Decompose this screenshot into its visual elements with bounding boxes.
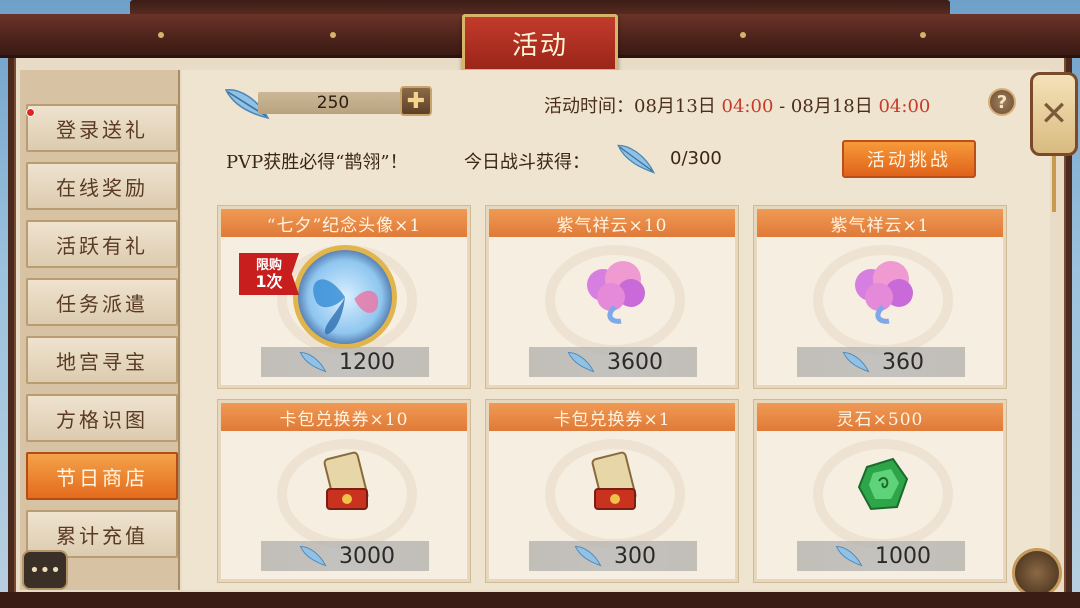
shop-item-card[interactable]: “七夕”纪念头像×1 限购 1次 1200 (218, 206, 470, 388)
sidebar-item-label: 方格识图 (56, 407, 148, 432)
help-button[interactable]: ? (988, 88, 1016, 116)
sidebar-item-label: 节日商店 (56, 465, 148, 490)
close-icon: ✕ (1039, 94, 1069, 134)
purchase-limit-badge: 限购 1次 (239, 253, 299, 295)
item-price: 1200 (261, 347, 429, 377)
card-pack-voucher-icon (575, 445, 655, 525)
sidebar-item-label: 累计充值 (56, 523, 148, 548)
festival-shop-panel: 250 ✚ 活动时间：08月13日 04:00 - 08月18日 04:00 ?… (182, 70, 1050, 590)
item-title: 卡包兑换券×10 (221, 403, 467, 431)
shop-item-card[interactable]: 紫气祥云×10 3600 (486, 206, 738, 388)
sidebar-item-login-gift[interactable]: 登录送礼 (26, 104, 178, 152)
purple-cloud-icon (843, 251, 923, 331)
sidebar-item-label: 任务派遣 (56, 291, 148, 316)
feather-icon (831, 544, 867, 568)
item-price: 1000 (797, 541, 965, 571)
butterfly-avatar-icon (293, 245, 397, 349)
menu-round-button[interactable] (1012, 548, 1062, 598)
feather-icon (570, 544, 606, 568)
shop-item-card[interactable]: 灵石×500 1000 (754, 400, 1006, 582)
sidebar-item-grid-puzzle[interactable]: 方格识图 (26, 394, 178, 442)
item-price: 360 (797, 347, 965, 377)
feather-icon (295, 350, 331, 374)
sidebar-item-mission-dispatch[interactable]: 任务派遣 (26, 278, 178, 326)
close-button[interactable]: ✕ (1030, 72, 1078, 156)
shop-item-card[interactable]: 卡包兑换券×10 3000 (218, 400, 470, 582)
item-title: 灵石×500 (757, 403, 1003, 431)
lantern-tassel (1052, 156, 1056, 212)
green-spirit-stone-icon (843, 445, 923, 525)
activity-challenge-button[interactable]: 活动挑战 (842, 140, 976, 178)
shop-item-card[interactable]: 紫气祥云×1 360 (754, 206, 1006, 388)
feather-icon (295, 544, 331, 568)
notification-dot (26, 108, 35, 117)
feather-currency: 250 (222, 88, 430, 120)
item-title: 卡包兑换券×1 (489, 403, 735, 431)
today-earned-label: 今日战斗获得： (464, 152, 590, 173)
feather-icon (614, 142, 658, 176)
shop-item-card[interactable]: 卡包兑换券×1 300 (486, 400, 738, 582)
purple-cloud-icon (575, 251, 655, 331)
plus-icon: ✚ (406, 88, 426, 114)
item-price: 3000 (261, 541, 429, 571)
window-title: 活动 (462, 14, 618, 72)
card-pack-voucher-icon (307, 445, 387, 525)
chat-button[interactable]: ••• (22, 550, 68, 590)
item-title: “七夕”纪念头像×1 (221, 209, 467, 237)
item-title: 紫气祥云×1 (757, 209, 1003, 237)
feather-icon (838, 350, 874, 374)
sidebar-item-online-reward[interactable]: 在线奖励 (26, 162, 178, 210)
item-price: 3600 (529, 347, 697, 377)
bottom-beam (0, 592, 1080, 608)
sidebar-item-label: 在线奖励 (56, 175, 148, 200)
chat-icon: ••• (29, 559, 61, 581)
activity-sidebar: 登录送礼 在线奖励 活跃有礼 任务派遣 地宫寻宝 方格识图 节日商店 累计充值 (20, 70, 180, 590)
today-earned-count: 0/300 (670, 148, 722, 169)
item-price: 300 (529, 541, 697, 571)
add-currency-button[interactable]: ✚ (400, 86, 432, 116)
sidebar-item-label: 登录送礼 (56, 117, 148, 142)
sidebar-item-dungeon-treasure[interactable]: 地宫寻宝 (26, 336, 178, 384)
currency-amount: 250 (258, 92, 408, 114)
item-title: 紫气祥云×10 (489, 209, 735, 237)
sidebar-item-festival-shop[interactable]: 节日商店 (26, 452, 178, 500)
feather-icon (563, 350, 599, 374)
event-time: 活动时间：08月13日 04:00 - 08月18日 04:00 (544, 96, 931, 117)
sidebar-item-label: 活跃有礼 (56, 233, 148, 258)
pvp-hint: PVP获胜必得“鹊翎”！ (226, 152, 408, 173)
sidebar-item-active-gift[interactable]: 活跃有礼 (26, 220, 178, 268)
sidebar-item-label: 地宫寻宝 (56, 349, 148, 374)
